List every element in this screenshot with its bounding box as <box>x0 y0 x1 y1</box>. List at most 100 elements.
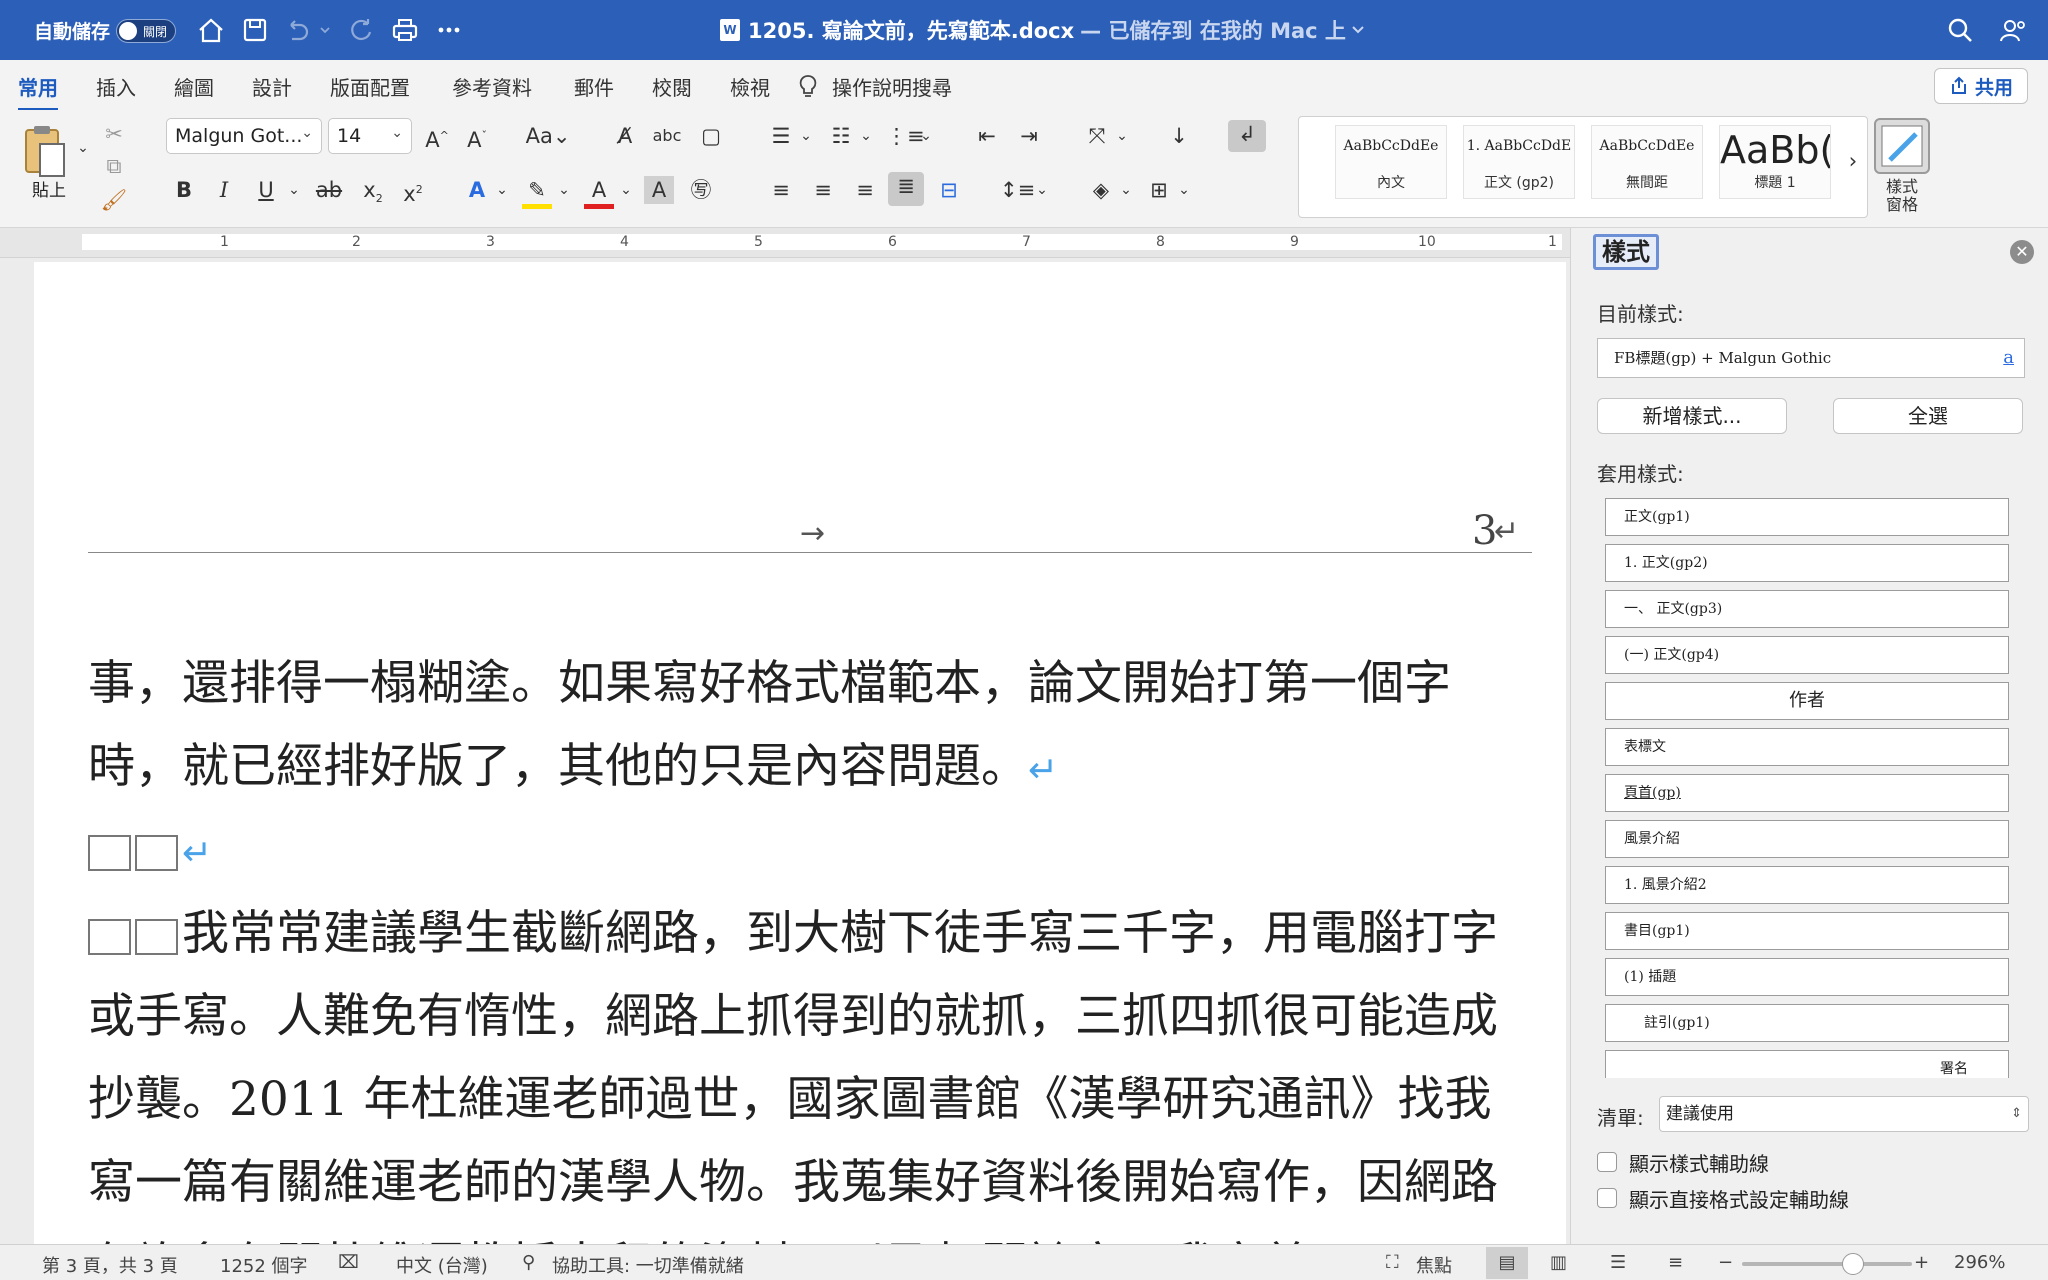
font-name-select[interactable]: Malgun Got... ⌄ <box>166 118 322 154</box>
grow-font-icon[interactable]: A^ <box>422 122 452 154</box>
style-list-item[interactable]: 註引(gp1) <box>1605 1004 2009 1042</box>
outline-view-icon[interactable]: ☰ <box>1610 1252 1626 1273</box>
paste-dropdown-icon[interactable]: ⌄ <box>74 134 92 162</box>
autosave-toggle[interactable]: 關閉 <box>116 19 176 43</box>
shading-dropdown-icon[interactable]: ⌄ <box>1118 176 1134 204</box>
list-filter-select[interactable]: 建議使用 ⇕ <box>1659 1096 2029 1132</box>
language-status[interactable]: 中文 (台灣) <box>396 1252 488 1278</box>
multilevel-list-icon[interactable]: ⋮≡ <box>886 122 925 150</box>
tab-view[interactable]: 檢視 <box>730 72 770 101</box>
tell-me-search[interactable]: 操作說明搜尋 <box>832 72 952 101</box>
distributed-icon[interactable]: ⊟ <box>934 176 964 204</box>
align-right-icon[interactable]: ≡ <box>850 176 880 204</box>
font-color-icon[interactable]: A <box>584 176 614 209</box>
paragraph-1[interactable]: 事，還排得一榻糊塗。如果寫好格式檔範本，論文開始打第一個字時，就已經排好版了，其… <box>88 642 1538 812</box>
save-icon[interactable] <box>240 16 270 44</box>
tab-review[interactable]: 校閱 <box>652 72 692 101</box>
format-painter-icon[interactable]: 🖌 <box>100 186 128 214</box>
style-list-item[interactable]: 風景介紹 <box>1605 820 2009 858</box>
tab-mailings[interactable]: 郵件 <box>574 72 614 101</box>
print-layout-view-icon[interactable]: ▤ <box>1486 1247 1528 1279</box>
multilevel-dropdown-icon[interactable]: ⌄ <box>918 122 934 150</box>
highlight-icon[interactable]: ✎ <box>522 176 552 209</box>
style-list-item[interactable]: 書目(gp1) <box>1605 912 2009 950</box>
copy-icon[interactable]: ⧉ <box>100 152 128 180</box>
sort-icon[interactable]: ↓ <box>1164 122 1194 150</box>
text-effects-icon[interactable]: A <box>462 176 492 204</box>
tab-draw[interactable]: 繪圖 <box>174 72 214 101</box>
zoom-in-icon[interactable]: + <box>1914 1252 1929 1273</box>
zoom-level[interactable]: 296% <box>1954 1252 2005 1273</box>
subscript-icon[interactable]: x2 <box>358 176 388 213</box>
redo-icon[interactable] <box>346 16 376 44</box>
font-color-dropdown-icon[interactable]: ⌄ <box>618 176 634 204</box>
character-border-icon[interactable]: ▢ <box>696 122 726 150</box>
style-list-item[interactable]: (1) 插題 <box>1605 958 2009 996</box>
clear-formatting-icon[interactable]: A̸ <box>610 122 640 150</box>
accessibility-status[interactable]: 協助工具: 一切準備就緒 <box>552 1252 744 1278</box>
style-heading-1[interactable]: AaBb( 標題 1 <box>1719 125 1831 199</box>
tab-insert[interactable]: 插入 <box>96 72 136 101</box>
style-list-item[interactable]: 1. 風景介紹2 <box>1605 866 2009 904</box>
tab-design[interactable]: 設計 <box>252 72 292 101</box>
style-list-item[interactable]: 署名 <box>1605 1050 2009 1078</box>
zoom-out-icon[interactable]: − <box>1718 1252 1733 1273</box>
text-effects-dropdown-icon[interactable]: ⌄ <box>494 176 510 204</box>
select-all-button[interactable]: 全選 <box>1833 398 2023 434</box>
justify-icon[interactable]: ≣ <box>888 172 924 206</box>
zoom-slider-track[interactable] <box>1742 1262 1912 1266</box>
style-list[interactable]: 正文(gp1) 1. 正文(gp2) 一、 正文(gp3) (一) 正文(gp4… <box>1605 498 2017 1078</box>
style-no-spacing[interactable]: AaBbCcDdEe 無間距 <box>1591 125 1703 199</box>
print-icon[interactable] <box>390 16 420 44</box>
web-layout-view-icon[interactable]: ▥ <box>1550 1252 1567 1273</box>
change-case-icon[interactable]: Aa⌄ <box>524 122 572 150</box>
current-style-field[interactable]: FB標題(gp) + Malgun Gothic a <box>1597 338 2025 378</box>
style-list-item[interactable]: 頁首(gp) <box>1605 774 2009 812</box>
decrease-indent-icon[interactable]: ⇤ <box>972 122 1002 150</box>
style-list-item[interactable]: (一) 正文(gp4) <box>1605 636 2009 674</box>
line-spacing-dropdown-icon[interactable]: ⌄ <box>1034 176 1050 204</box>
strikethrough-icon[interactable]: ab <box>314 176 344 204</box>
character-shading-icon[interactable]: A <box>644 176 674 204</box>
new-style-button[interactable]: 新增樣式... <box>1597 398 1787 434</box>
tab-references[interactable]: 參考資料 <box>452 72 532 101</box>
draft-view-icon[interactable]: ≡ <box>1668 1252 1683 1273</box>
share-button[interactable]: 共用 <box>1934 68 2028 104</box>
search-icon[interactable] <box>1945 16 1975 44</box>
numbering-icon[interactable]: ☷ <box>826 122 856 150</box>
style-list-item[interactable]: 表標文 <box>1605 728 2009 766</box>
style-normal[interactable]: AaBbCcDdEe 內文 <box>1335 125 1447 199</box>
style-list-item[interactable]: 1. 正文(gp2) <box>1605 544 2009 582</box>
enclose-characters-icon[interactable]: ㊢ <box>686 176 716 204</box>
style-list-item[interactable]: 正文(gp1) <box>1605 498 2009 536</box>
page-count[interactable]: 第 3 頁，共 3 頁 <box>42 1252 178 1278</box>
focus-icon[interactable]: ⛶ <box>1386 1252 1399 1273</box>
underline-icon[interactable]: U <box>252 176 280 204</box>
style-body-gp2[interactable]: 1. AaBbCcDdE 正文 (gp2) <box>1463 125 1575 199</box>
home-icon[interactable] <box>196 16 226 44</box>
bullets-dropdown-icon[interactable]: ⌄ <box>798 122 814 150</box>
account-icon[interactable] <box>1998 16 2028 44</box>
gallery-next-icon[interactable]: › <box>1843 147 1863 175</box>
align-center-icon[interactable]: ≡ <box>808 176 838 204</box>
text-direction-dropdown-icon[interactable]: ⌄ <box>1114 122 1130 150</box>
cut-icon[interactable]: ✂ <box>100 120 128 148</box>
style-list-item[interactable]: 一、 正文(gp3) <box>1605 590 2009 628</box>
focus-mode-label[interactable]: 焦點 <box>1416 1252 1452 1278</box>
bold-icon[interactable]: B <box>170 176 198 204</box>
style-inspector-icon[interactable]: a <box>2003 339 2014 377</box>
borders-icon[interactable]: ⊞ <box>1144 176 1174 204</box>
close-icon[interactable]: ✕ <box>2010 240 2034 264</box>
tab-home[interactable]: 常用 <box>18 72 58 111</box>
style-list-item[interactable]: 作者 <box>1605 682 2009 720</box>
show-style-guides-checkbox[interactable] <box>1597 1152 1617 1172</box>
more-icon[interactable] <box>434 16 464 44</box>
empty-paragraph[interactable]: ↵ <box>88 808 1538 895</box>
undo-dropdown-icon[interactable] <box>318 16 332 44</box>
document-page[interactable]: → 3 ↵ 事，還排得一榻糊塗。如果寫好格式檔範本，論文開始打第一個字時，就已經… <box>34 262 1566 1244</box>
text-direction-icon[interactable]: ⤧ <box>1082 122 1112 150</box>
tab-layout[interactable]: 版面配置 <box>330 72 410 101</box>
superscript-icon[interactable]: x2 <box>398 176 428 208</box>
word-count[interactable]: 1252 個字 <box>220 1252 308 1278</box>
document-canvas[interactable]: → 3 ↵ 事，還排得一榻糊塗。如果寫好格式檔範本，論文開始打第一個字時，就已經… <box>0 258 1570 1244</box>
